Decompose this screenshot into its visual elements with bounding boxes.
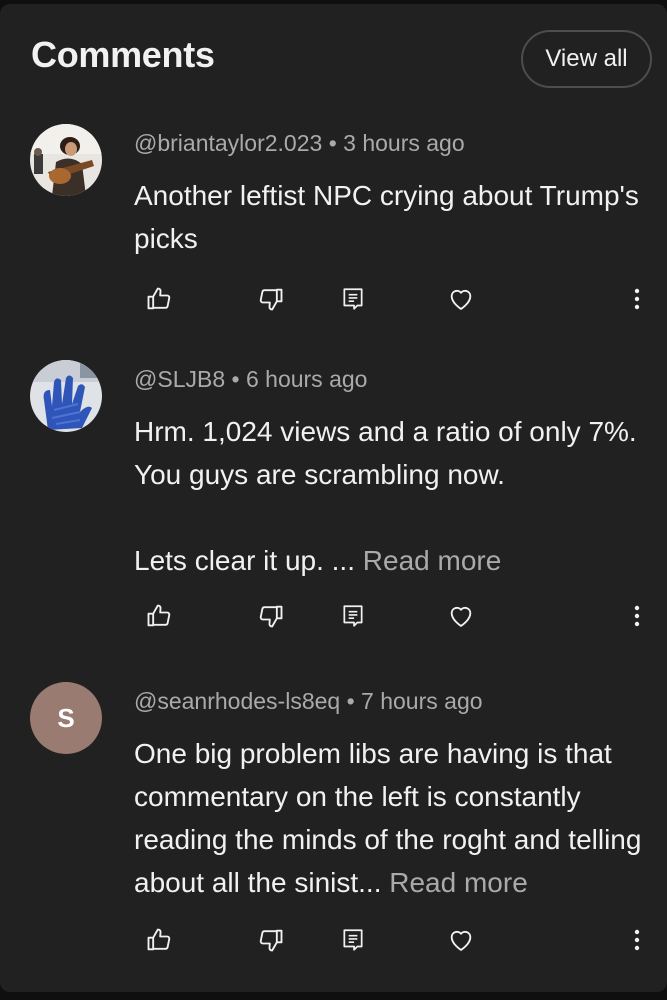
comment-actions [0,279,667,319]
comment-text-content: One big problem libs are having is that … [134,738,642,898]
heart-button[interactable] [441,596,481,636]
reply-button[interactable] [333,920,373,960]
comments-header: Comments View all [0,4,667,104]
reply-button[interactable] [333,279,373,319]
reply-icon [343,605,363,627]
comment-author[interactable]: @SLJB8 [134,366,225,392]
like-button[interactable] [139,279,179,319]
comment-author[interactable]: @seanrhodes-ls8eq [134,688,340,714]
meta-separator: • [231,366,240,392]
comment-meta: @briantaylor2.023 • 3 hours ago [134,130,465,157]
dislike-button[interactable] [251,596,291,636]
comments-panel: Comments View all @briantaylor2.023 • 3 … [0,4,667,992]
comment-age: 7 hours ago [361,688,483,714]
comment-meta: @SLJB8 • 6 hours ago [134,366,367,393]
comment-text-content: Another leftist NPC crying about Trump's… [134,180,639,254]
more-options-icon [634,288,640,310]
comment-text-content: Lets clear it up. ... [134,545,355,576]
dislike-icon [259,929,283,952]
blue-glove-photo-icon [30,360,102,432]
dislike-icon [259,605,283,628]
guitarist-photo-icon [30,124,102,196]
comment-text: Hrm. 1,024 views and a ratio of only 7%.… [134,410,644,582]
like-icon [147,928,171,951]
more-options-icon [634,605,640,627]
read-more-link[interactable]: Read more [389,867,528,898]
meta-separator: • [346,688,355,714]
like-icon [147,604,171,627]
like-icon [147,287,171,310]
comment-text: Another leftist NPC crying about Trump's… [134,174,644,260]
reply-button[interactable] [333,596,373,636]
comment-actions [0,920,667,960]
comment-text: One big problem libs are having is that … [134,732,644,904]
dislike-button[interactable] [251,920,291,960]
heart-button[interactable] [441,920,481,960]
more-options-icon [634,929,640,951]
reply-icon [343,288,363,310]
comment-age: 3 hours ago [343,130,465,156]
more-options-button[interactable] [617,920,657,960]
avatar[interactable]: S [30,682,102,754]
comment-meta: @seanrhodes-ls8eq • 7 hours ago [134,688,483,715]
heart-icon [450,931,472,951]
comment-text-paragraph: Hrm. 1,024 views and a ratio of only 7%.… [134,416,637,490]
like-button[interactable] [139,920,179,960]
heart-icon [450,607,472,627]
avatar[interactable] [30,360,102,432]
reply-icon [343,929,363,951]
comments-title: Comments [31,34,215,75]
avatar[interactable] [30,124,102,196]
like-button[interactable] [139,596,179,636]
dislike-icon [259,288,283,311]
avatar-letter: S [57,702,75,733]
comment-author[interactable]: @briantaylor2.023 [134,130,322,156]
heart-icon [450,290,472,310]
heart-button[interactable] [441,279,481,319]
more-options-button[interactable] [617,279,657,319]
comment-age: 6 hours ago [245,366,368,392]
read-more-link[interactable]: Read more [363,545,502,576]
more-options-button[interactable] [617,596,657,636]
dislike-button[interactable] [251,279,291,319]
meta-separator: • [328,130,337,156]
comment-actions [0,596,667,636]
view-all-button[interactable]: View all [521,30,652,88]
comment-text-paragraph: Lets clear it up. ... Read more [134,539,644,582]
